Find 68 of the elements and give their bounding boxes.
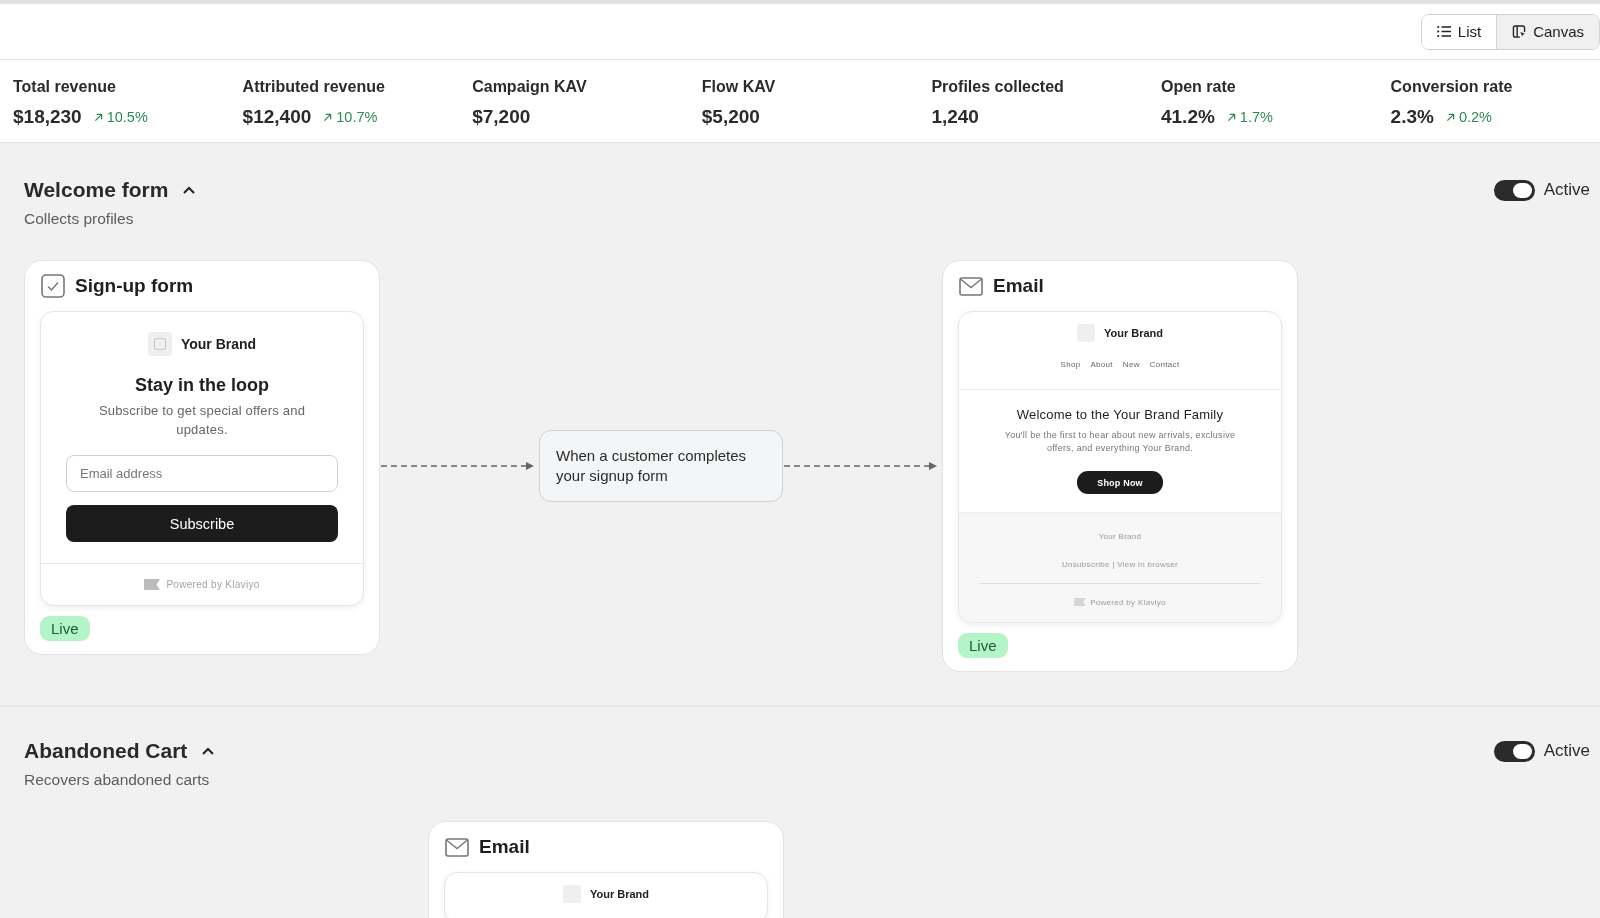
arrow-up-right-icon (1445, 112, 1455, 122)
metric-label: Total revenue (13, 77, 116, 97)
metric-label: Attributed revenue (242, 77, 385, 97)
arrow-up-right-icon (93, 112, 103, 122)
brand-name: Your Brand (180, 336, 257, 352)
toggle-label: Active (1543, 180, 1590, 200)
metric-change: 0.2% (1458, 108, 1492, 126)
email-input[interactable]: Email address (66, 455, 338, 492)
metric-label: Campaign KAV (472, 77, 587, 97)
flow-subtitle: Collects profiles (24, 209, 135, 229)
square-cursor-icon (1512, 25, 1527, 38)
brand-name: Your Brand (589, 888, 650, 900)
flow-title: Welcome form (24, 177, 169, 203)
arrow-up-right-icon (1226, 112, 1236, 122)
envelope-icon (445, 837, 469, 857)
status-badge: Live (958, 633, 1008, 658)
flow-subtitle: Recovers abandoned carts (24, 770, 211, 790)
flag-icon (144, 579, 161, 590)
list-icon (1436, 25, 1451, 38)
step-title: Email (479, 836, 530, 858)
metric-change: 10.7% (336, 108, 378, 126)
email-nav-item: New (1122, 359, 1140, 371)
email-nav-item: Shop (1060, 359, 1081, 371)
metric-value: $18,230 (13, 105, 82, 129)
metric-value: 2.3% (1390, 105, 1434, 129)
footer-links: Unsubscribe | View in browser (1062, 559, 1178, 571)
chevron-up-icon[interactable] (202, 747, 215, 755)
status-badge: Live (40, 616, 90, 641)
brand-name: Your Brand (1103, 327, 1164, 339)
step-card[interactable]: Sign-up form Your Brand Stay in the loop Subscribe to get special offers and updates. Email address Subscribe Powered by Klaviyo Live (24, 260, 380, 655)
envelope-icon (959, 276, 983, 296)
metric-value: 1,240 (931, 105, 979, 129)
view-tab[interactable]: Canvas (1496, 14, 1599, 49)
metric-change: 1.7% (1239, 108, 1273, 126)
powered-by-text: Powered by Klaviyo (1090, 597, 1166, 607)
metric-change: 10.5% (106, 108, 148, 126)
chevron-up-icon[interactable] (183, 186, 196, 194)
step-title: Email (993, 275, 1044, 297)
toggle-switch[interactable] (1493, 179, 1535, 201)
footer-brand: Your Brand (1098, 531, 1142, 543)
shop-now-button[interactable]: Shop Now (1077, 471, 1163, 494)
email-nav-item: About (1090, 359, 1113, 371)
logo-placeholder-icon (147, 332, 172, 356)
email-nav-item: Contact (1149, 359, 1180, 371)
metric-value: 41.2% (1160, 105, 1215, 129)
email-description: You'll be the first to hear about new arrivals, exclusive offers, and everything Your Brand. (1003, 429, 1237, 455)
arrow-up-right-icon (323, 112, 333, 122)
check-square-icon (41, 274, 65, 298)
flow-title: Abandoned Cart (24, 738, 188, 764)
flag-icon (1074, 598, 1087, 606)
metric-label: Flow KAV (701, 77, 776, 97)
subscribe-button[interactable]: Subscribe (66, 505, 338, 542)
step-card[interactable] (942, 260, 1298, 672)
powered-by-text: Powered by Klaviyo (166, 579, 260, 590)
email-heading: Welcome to the Your Brand Family (1016, 407, 1224, 423)
toggle-switch[interactable] (1493, 740, 1535, 762)
metric-value: $12,400 (242, 105, 312, 129)
step-title: Sign-up form (75, 275, 194, 297)
metric-value: $5,200 (701, 105, 760, 129)
form-heading: Stay in the loop (135, 374, 269, 396)
metric-value: $7,200 (472, 105, 531, 129)
step-card[interactable]: Email Your Brand (428, 821, 784, 918)
trigger-node[interactable]: When a customer completes your signup form (539, 430, 783, 502)
toggle-label: Active (1543, 741, 1590, 761)
metric-label: Conversion rate (1390, 77, 1513, 97)
form-description: Subscribe to get special offers and updates. (97, 402, 307, 439)
metric-label: Open rate (1160, 77, 1236, 97)
metric-label: Profiles collected (931, 77, 1064, 97)
